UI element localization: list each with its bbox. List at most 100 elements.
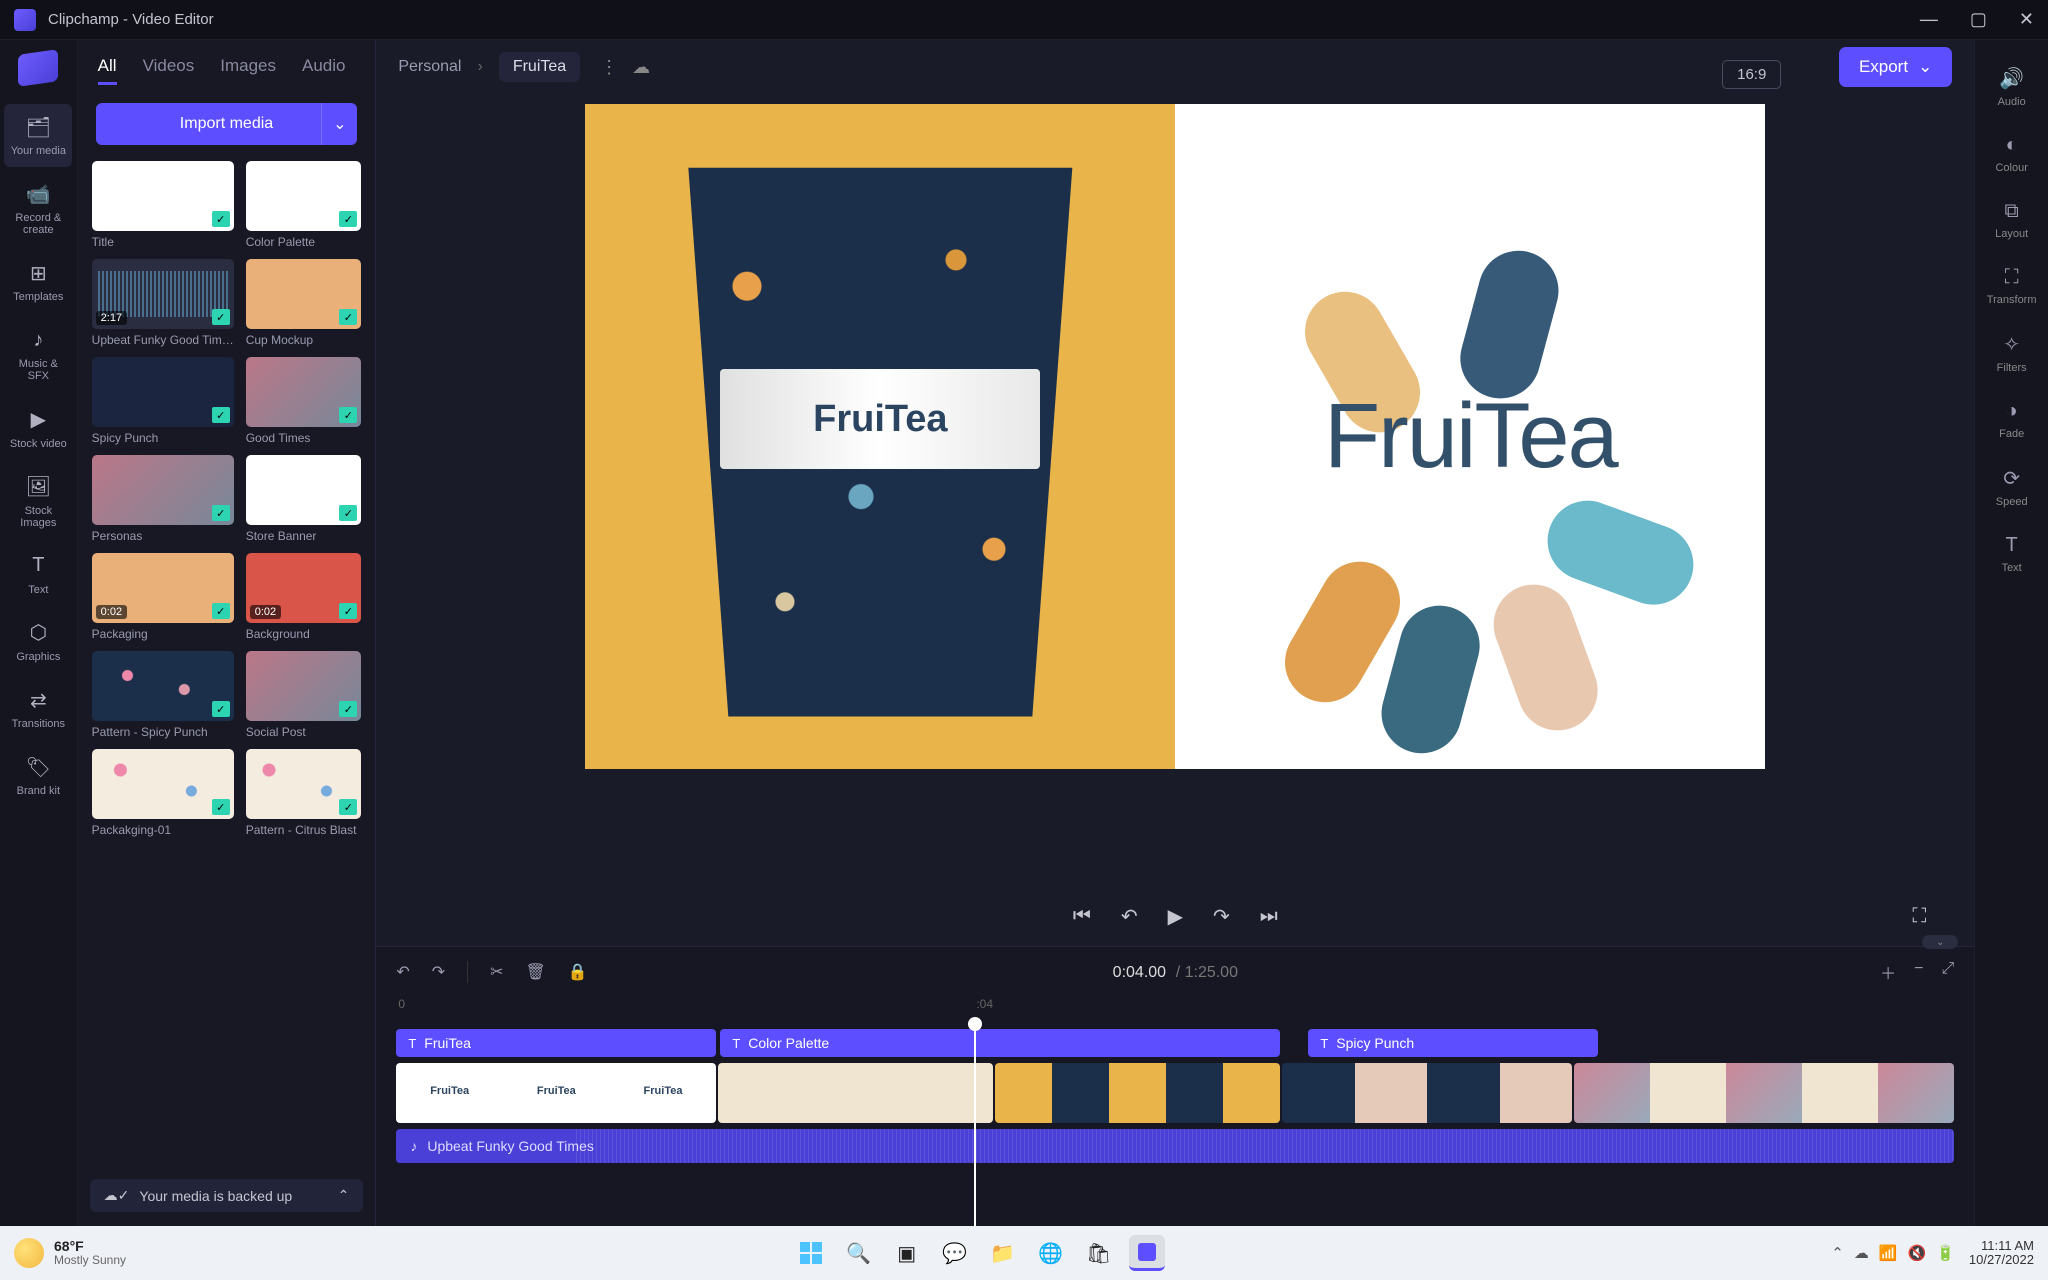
taskbar-chat[interactable]: 💬	[937, 1235, 973, 1271]
music-icon: ♪	[25, 327, 51, 353]
rail-record-create[interactable]: 📹Record & create	[4, 171, 72, 246]
tab-audio[interactable]: Audio	[302, 56, 345, 85]
title-clip[interactable]: TColor Palette	[720, 1029, 1280, 1057]
check-icon: ✓	[212, 505, 230, 521]
media-item[interactable]: ✓ Social Post	[246, 651, 362, 739]
tool-speed[interactable]: ⟳Speed	[1980, 456, 2044, 518]
taskbar-edge[interactable]: 🌐	[1033, 1235, 1069, 1271]
media-item[interactable]: ✓Packakging-01	[92, 749, 234, 837]
title-clip[interactable]: TSpicy Punch	[1308, 1029, 1598, 1057]
tab-images[interactable]: Images	[220, 56, 276, 85]
tray-wifi-icon[interactable]: 📶	[1879, 1244, 1898, 1262]
speed-icon: ⟳	[2003, 466, 2020, 491]
chevron-down-icon[interactable]: ⌄	[321, 103, 357, 145]
canvas-area: Personal › FruiTea ⋮ ☁ Export ⌄ 16:9 Fru…	[376, 40, 1974, 1226]
chevron-up-icon[interactable]: ⌃	[338, 1187, 350, 1204]
media-thumbnail: ✓	[246, 357, 362, 427]
taskbar-weather[interactable]: 68°F Mostly Sunny	[14, 1238, 126, 1268]
tray-volume-icon[interactable]: 🔇	[1908, 1244, 1927, 1262]
redo-button[interactable]: ↷	[432, 962, 445, 982]
breadcrumb-project[interactable]: FruiTea	[499, 52, 580, 82]
rewind-button[interactable]: ↶	[1121, 904, 1138, 929]
tray-onedrive-icon[interactable]: ☁	[1854, 1244, 1869, 1262]
tool-layout[interactable]: ⧉Layout	[1980, 190, 2044, 250]
playhead[interactable]	[974, 1023, 976, 1226]
tab-all[interactable]: All	[98, 56, 117, 85]
minimize-button[interactable]: —	[1920, 9, 1938, 30]
import-media-button[interactable]: Import media ⌄	[96, 103, 358, 145]
tab-videos[interactable]: Videos	[143, 56, 195, 85]
sun-icon	[14, 1238, 44, 1268]
tool-text[interactable]: TText	[1980, 524, 2044, 584]
fullscreen-button[interactable]: ⛶	[1912, 905, 1926, 928]
undo-button[interactable]: ↶	[396, 962, 409, 982]
tool-fade[interactable]: ◑Fade	[1980, 390, 2044, 450]
tray-chevron-icon[interactable]: ⌃	[1831, 1244, 1844, 1262]
tray-battery-icon[interactable]: 🔋	[1936, 1244, 1955, 1262]
media-item[interactable]: ✓Cup Mockup	[246, 259, 362, 347]
delete-button[interactable]: 🗑	[526, 962, 546, 982]
taskbar-store[interactable]: 🛍	[1081, 1235, 1117, 1271]
zoom-out-button[interactable]: −	[1914, 960, 1923, 984]
text-icon: T	[1320, 1036, 1328, 1051]
maximize-button[interactable]: ▢	[1970, 9, 1987, 30]
media-thumbnail: ✓	[246, 651, 362, 721]
taskbar-search[interactable]: 🔍	[841, 1235, 877, 1271]
media-item[interactable]: ✓Spicy Punch	[92, 357, 234, 445]
rail-graphics[interactable]: ⬡Graphics	[4, 610, 72, 673]
media-item[interactable]: ✓0:02Packaging	[92, 553, 234, 641]
colour-icon: ◐	[2006, 134, 2018, 157]
tool-filters[interactable]: ✧Filters	[1980, 322, 2044, 384]
backup-status[interactable]: ☁✓ Your media is backed up ⌃	[90, 1179, 364, 1212]
audio-track[interactable]: ♪ Upbeat Funky Good Times	[396, 1129, 1954, 1163]
transition-icon: ⇄	[25, 687, 51, 713]
tool-audio[interactable]: 🔊Audio	[1980, 56, 2044, 118]
media-item[interactable]: ✓Pattern - Spicy Punch	[92, 651, 234, 739]
cloud-sync-icon[interactable]: ☁	[632, 57, 650, 78]
taskbar-explorer[interactable]: 📁	[985, 1235, 1021, 1271]
rail-templates[interactable]: ⊞Templates	[4, 250, 72, 313]
more-icon[interactable]: ⋮	[600, 57, 618, 78]
video-track[interactable]: FruiTeaFruiTeaFruiTea	[396, 1063, 1954, 1123]
breadcrumb-root[interactable]: Personal	[398, 58, 461, 76]
taskbar-taskview[interactable]: ▣	[889, 1235, 925, 1271]
media-item[interactable]: ✓Store Banner	[246, 455, 362, 543]
timeline-ruler[interactable]: 0 :04	[376, 997, 1974, 1023]
taskbar-clipchamp[interactable]	[1129, 1235, 1165, 1271]
clipchamp-logo-icon[interactable]	[18, 49, 58, 87]
media-item[interactable]: ✓Title	[92, 161, 234, 249]
rail-text[interactable]: TText	[4, 543, 72, 606]
zoom-in-button[interactable]: ＋	[1880, 960, 1896, 984]
rail-your-media[interactable]: 🗂Your media	[4, 104, 72, 167]
lock-button[interactable]: 🔒	[568, 962, 588, 982]
rail-stock-images[interactable]: 🖼Stock Images	[4, 464, 72, 539]
check-icon: ✓	[339, 505, 357, 521]
rail-music-sfx[interactable]: ♪Music & SFX	[4, 317, 72, 392]
split-button[interactable]: ✂	[490, 962, 503, 982]
media-item[interactable]: ✓2:17Upbeat Funky Good Tim…	[92, 259, 234, 347]
media-item[interactable]: ✓Good Times	[246, 357, 362, 445]
tool-transform[interactable]: ⛶Transform	[1980, 256, 2044, 316]
export-button[interactable]: Export ⌄	[1839, 47, 1952, 87]
rail-stock-video[interactable]: ▶Stock video	[4, 397, 72, 460]
close-button[interactable]: ✕	[2019, 9, 2034, 30]
tool-colour[interactable]: ◐Colour	[1980, 124, 2044, 184]
fit-timeline-button[interactable]: ⤢	[1942, 960, 1955, 984]
media-item[interactable]: ✓Personas	[92, 455, 234, 543]
media-label: Social Post	[246, 725, 362, 739]
media-item[interactable]: ✓0:02Background	[246, 553, 362, 641]
start-button[interactable]	[793, 1235, 829, 1271]
video-preview[interactable]: 16:9 FruiTea Fru	[585, 104, 1765, 769]
skip-back-button[interactable]: ⏮	[1073, 905, 1091, 928]
media-item[interactable]: ✓Color Palette	[246, 161, 362, 249]
play-button[interactable]: ▶	[1168, 904, 1183, 929]
taskbar-clock[interactable]: 11:11 AM 10/27/2022	[1969, 1239, 2034, 1268]
title-clip[interactable]: TFruiTea	[396, 1029, 716, 1057]
skip-forward-button[interactable]: ⏭	[1260, 905, 1278, 928]
rail-brand-kit[interactable]: 🏷Brand kit	[4, 744, 72, 807]
media-item[interactable]: ✓Pattern - Citrus Blast	[246, 749, 362, 837]
forward-button[interactable]: ↷	[1213, 904, 1230, 929]
text-icon: T	[2006, 534, 2018, 557]
aspect-ratio-badge[interactable]: 16:9	[1722, 60, 1781, 89]
rail-transitions[interactable]: ⇄Transitions	[4, 677, 72, 740]
